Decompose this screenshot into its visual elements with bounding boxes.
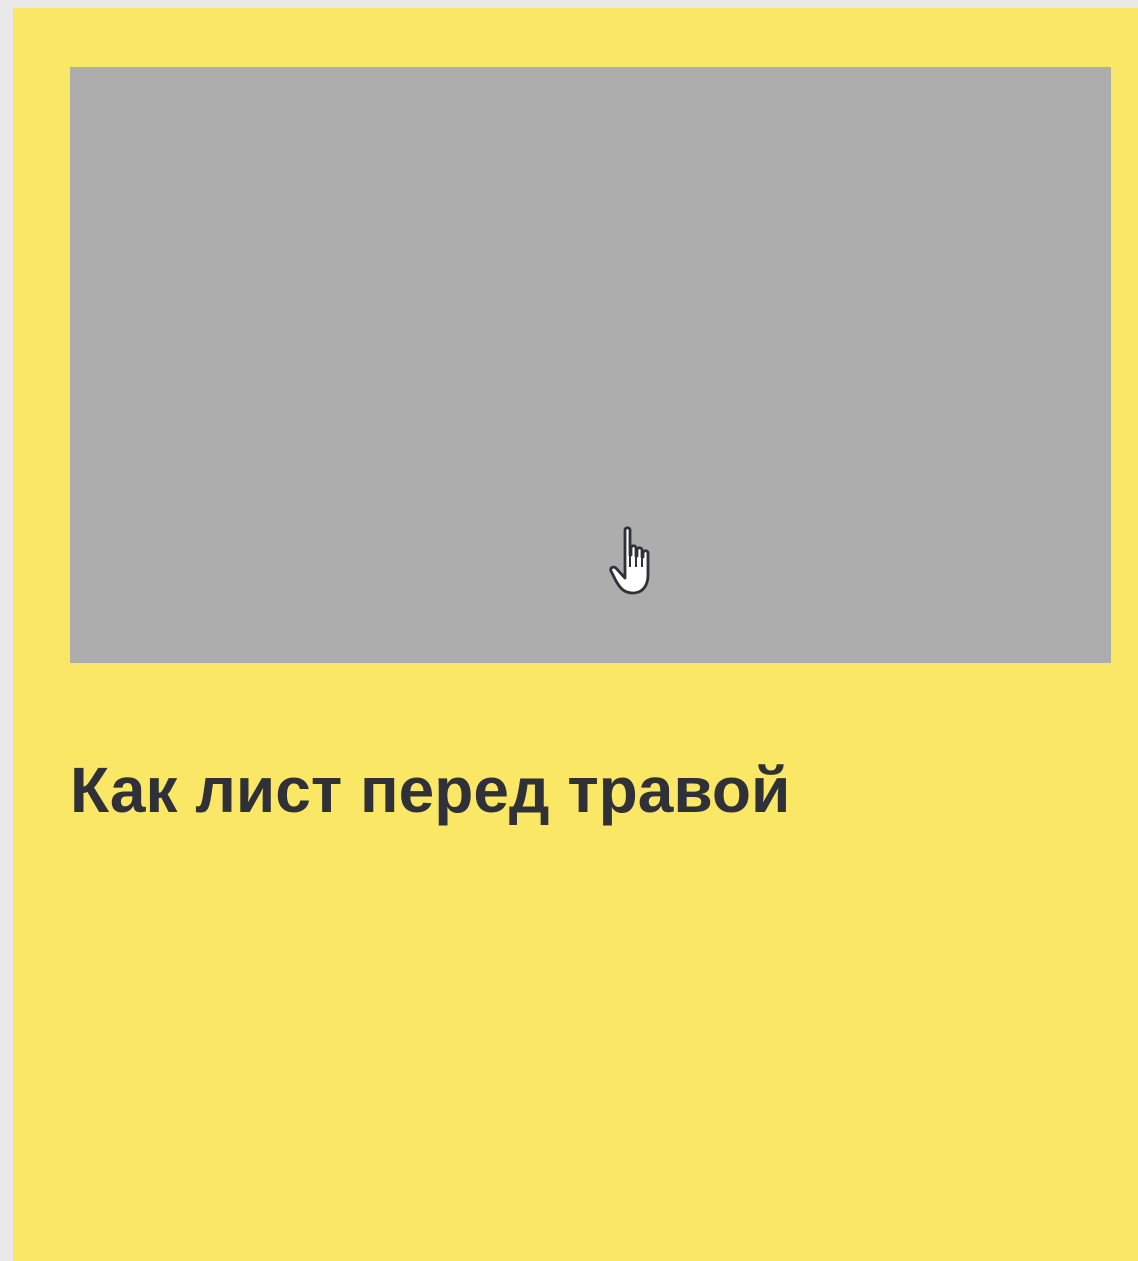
- hand-pointer-icon: [609, 526, 650, 595]
- card-image-placeholder[interactable]: [70, 67, 1111, 663]
- page: Как лист перед травой: [0, 0, 1138, 1261]
- article-card[interactable]: Как лист перед травой: [13, 8, 1138, 1261]
- card-title[interactable]: Как лист перед травой: [70, 753, 790, 827]
